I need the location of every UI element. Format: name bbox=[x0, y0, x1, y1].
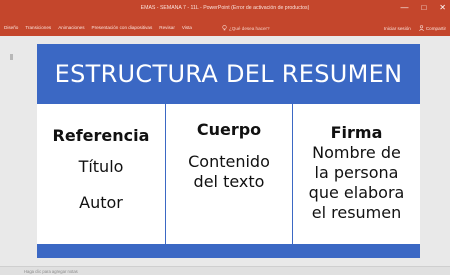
maximize-button[interactable]: □ bbox=[421, 3, 426, 13]
window-controls: — □ ✕ bbox=[400, 3, 446, 13]
close-button[interactable]: ✕ bbox=[439, 3, 446, 13]
slide-footer-band bbox=[37, 244, 420, 258]
column-line[interactable]: la persona bbox=[293, 163, 420, 183]
column-line[interactable]: el resumen bbox=[293, 203, 420, 223]
notes-placeholder: Haga clic para agregar notas bbox=[24, 269, 78, 274]
tab-diseno[interactable]: Diseño bbox=[4, 25, 18, 30]
share-label: Compartir bbox=[425, 25, 446, 31]
column-cuerpo: Cuerpo Contenido del texto bbox=[165, 104, 293, 244]
tell-me-search[interactable]: ¿Qué desea hacer? bbox=[222, 25, 270, 31]
minimize-button[interactable]: — bbox=[400, 3, 408, 13]
column-firma: Firma Nombre de la persona que elabora e… bbox=[293, 104, 420, 244]
sign-in-link[interactable]: Iniciar sesión bbox=[384, 26, 411, 31]
tab-presentacion[interactable]: Presentación con diapositivas bbox=[92, 25, 153, 30]
column-line[interactable]: Título bbox=[37, 157, 165, 177]
column-header[interactable]: Cuerpo bbox=[166, 120, 292, 139]
tab-vista[interactable]: Vista bbox=[182, 25, 192, 30]
search-text: ¿Qué desea hacer? bbox=[229, 25, 270, 31]
window-title: EMAS - SEMANA 7 - 11L - PowerPoint (Erro… bbox=[140, 5, 310, 11]
column-line[interactable]: del texto bbox=[166, 172, 292, 192]
tab-revisar[interactable]: Revisar bbox=[159, 25, 175, 30]
column-line[interactable]: Autor bbox=[37, 193, 165, 213]
notes-pane[interactable]: Haga clic para agregar notas bbox=[0, 266, 450, 275]
ribbon-tabs-bar: Diseño Transiciones Animaciones Presenta… bbox=[0, 22, 450, 36]
slide-title-banner: ESTRUCTURA DEL RESUMEN bbox=[37, 44, 420, 104]
column-line[interactable]: que elabora bbox=[293, 183, 420, 203]
person-icon bbox=[418, 25, 424, 31]
share-button[interactable]: Compartir bbox=[418, 25, 446, 31]
lightbulb-icon bbox=[222, 25, 227, 31]
slide-title[interactable]: ESTRUCTURA DEL RESUMEN bbox=[37, 60, 420, 88]
ribbon-tabs: Diseño Transiciones Animaciones Presenta… bbox=[4, 25, 192, 30]
slide-canvas[interactable]: ESTRUCTURA DEL RESUMEN Referencia Título… bbox=[37, 44, 420, 258]
column-header[interactable]: Firma bbox=[293, 123, 420, 142]
ribbon-account: Iniciar sesión Compartir bbox=[384, 25, 446, 31]
column-line[interactable]: Contenido bbox=[166, 152, 292, 172]
tab-transiciones[interactable]: Transiciones bbox=[25, 25, 51, 30]
column-header[interactable]: Referencia bbox=[37, 126, 165, 145]
column-referencia: Referencia Título Autor bbox=[37, 104, 165, 244]
column-line[interactable]: Nombre de bbox=[293, 143, 420, 163]
title-bar: EMAS - SEMANA 7 - 11L - PowerPoint (Erro… bbox=[0, 0, 450, 22]
tab-animaciones[interactable]: Animaciones bbox=[58, 25, 84, 30]
thumbnail-pane-marker bbox=[10, 54, 13, 60]
